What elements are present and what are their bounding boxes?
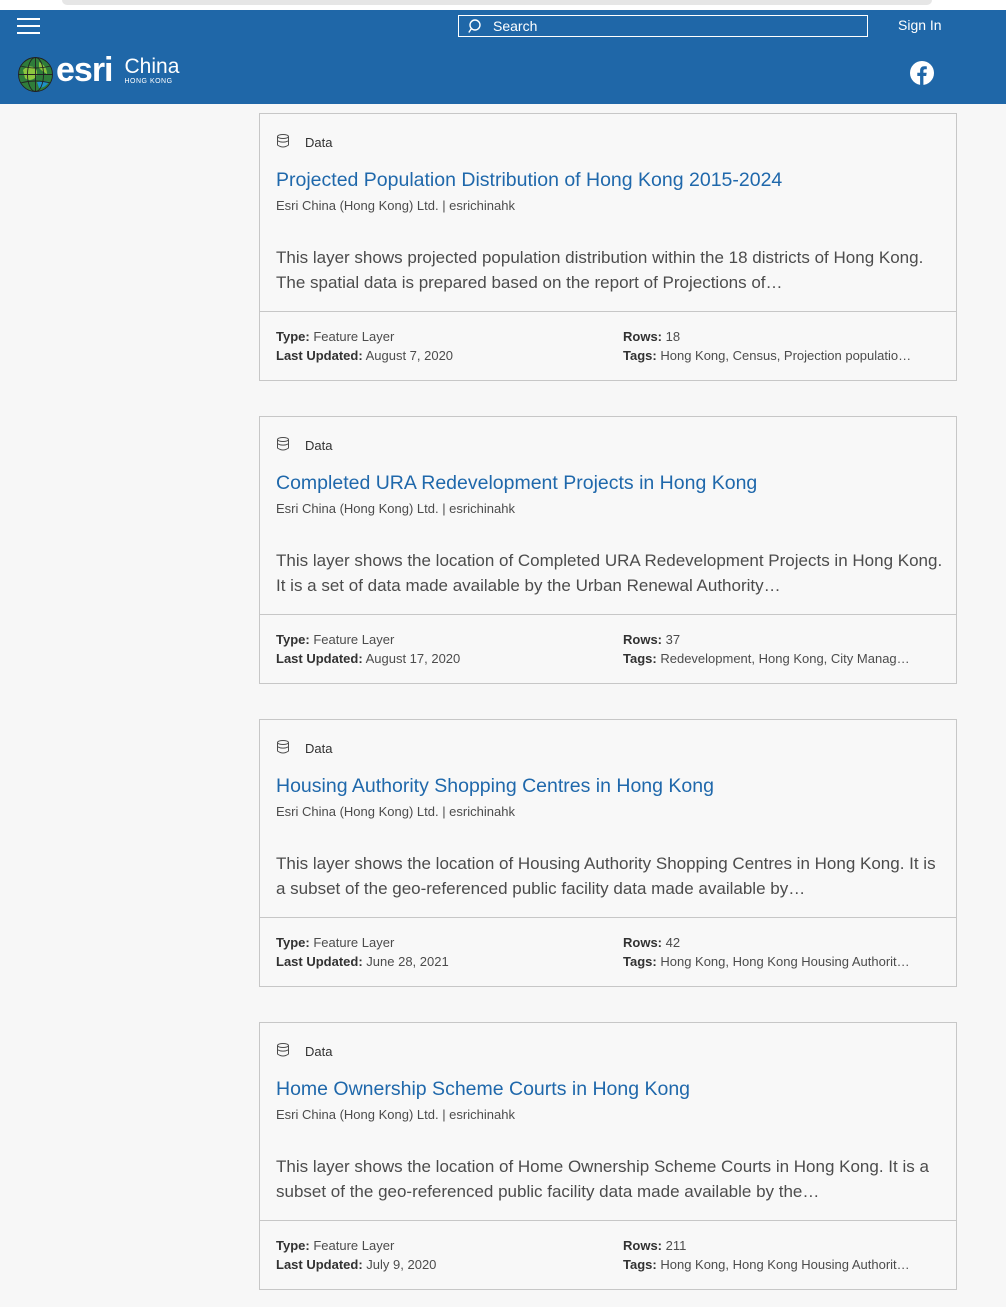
item-type: Data (276, 131, 332, 150)
meta-type-label: Type: (276, 329, 310, 344)
meta-last-updated: Last Updated: July 9, 2020 (276, 1255, 436, 1274)
card-divider (260, 1220, 956, 1221)
database-icon (277, 436, 289, 450)
meta-tags-label: Tags: (623, 1257, 657, 1272)
meta-updated-label: Last Updated: (276, 348, 363, 363)
meta-last-updated: Last Updated: August 7, 2020 (276, 346, 453, 365)
meta-type-label: Type: (276, 935, 310, 950)
database-icon (277, 133, 289, 147)
result-card: Data Projected Population Distribution o… (259, 113, 957, 381)
item-description: This layer shows projected population di… (276, 248, 924, 292)
meta-type-label: Type: (276, 1238, 310, 1253)
meta-updated-label: Last Updated: (276, 1257, 363, 1272)
result-card: Data Housing Authority Shopping Centres … (259, 719, 957, 987)
meta-tags-value: Hong Kong, Hong Kong Housing Authorit… (660, 954, 910, 969)
meta-rows-label: Rows: (623, 632, 662, 647)
meta-rows-value: 18 (665, 329, 681, 344)
menu-line (17, 18, 40, 20)
meta-type: Type: Feature Layer (276, 327, 394, 346)
database-icon (277, 739, 289, 753)
meta-type-value: Feature Layer (313, 632, 395, 647)
meta-rows-value: 42 (665, 935, 681, 950)
menu-line (17, 32, 40, 34)
meta-tags: Tags: Hong Kong, Hong Kong Housing Autho… (623, 1255, 941, 1274)
meta-tags-label: Tags: (623, 651, 657, 666)
browser-address-bar-edge (62, 0, 932, 5)
item-description: This layer shows the location of Home Ow… (276, 1157, 929, 1201)
meta-tags-value: Redevelopment, Hong Kong, City Manag… (660, 651, 910, 666)
meta-tags-value: Hong Kong, Census, Projection populatio… (660, 348, 912, 363)
item-type: Data (276, 737, 332, 756)
card-divider (260, 917, 956, 918)
esri-china-logo[interactable]: esri China HONG KONG (17, 51, 180, 94)
logo-china-text: China (124, 55, 180, 78)
item-description: This layer shows the location of Complet… (276, 551, 943, 595)
item-owner: Esri China (Hong Kong) Ltd. | esrichinah… (276, 198, 515, 213)
meta-rows-value: 211 (665, 1238, 687, 1253)
meta-type-label: Type: (276, 632, 310, 647)
sign-in-link[interactable]: Sign In (898, 17, 942, 33)
globe-icon (18, 56, 53, 92)
item-type-label: Data (305, 741, 333, 756)
meta-updated-value: August 17, 2020 (365, 651, 461, 666)
meta-type: Type: Feature Layer (276, 1236, 394, 1255)
meta-rows: Rows: 42 (623, 933, 680, 952)
item-owner: Esri China (Hong Kong) Ltd. | esrichinah… (276, 804, 515, 819)
item-owner: Esri China (Hong Kong) Ltd. | esrichinah… (276, 1107, 515, 1122)
item-type-label: Data (305, 135, 333, 150)
item-title-link[interactable]: Projected Population Distribution of Hon… (276, 169, 782, 192)
browser-strip (0, 0, 1006, 10)
meta-updated-value: August 7, 2020 (365, 348, 454, 363)
item-type: Data (276, 434, 332, 453)
meta-updated-label: Last Updated: (276, 954, 363, 969)
item-type-label: Data (305, 1044, 333, 1059)
meta-tags-label: Tags: (623, 954, 657, 969)
search-icon (468, 19, 481, 33)
meta-tags-value: Hong Kong, Hong Kong Housing Authorit… (660, 1257, 910, 1272)
meta-rows-label: Rows: (623, 1238, 662, 1253)
result-card: Data Completed URA Redevelopment Project… (259, 416, 957, 684)
item-description: This layer shows the location of Housing… (276, 854, 936, 898)
search-input[interactable]: Search (458, 15, 868, 37)
item-title-link[interactable]: Completed URA Redevelopment Projects in … (276, 472, 757, 495)
meta-type-value: Feature Layer (313, 329, 395, 344)
item-type-label: Data (305, 438, 333, 453)
meta-updated-value: June 28, 2021 (366, 954, 449, 969)
item-title-link[interactable]: Home Ownership Scheme Courts in Hong Kon… (276, 1078, 690, 1101)
meta-tags: Tags: Redevelopment, Hong Kong, City Man… (623, 649, 941, 668)
meta-type: Type: Feature Layer (276, 630, 394, 649)
meta-type-value: Feature Layer (313, 935, 395, 950)
menu-line (17, 25, 40, 27)
meta-type-value: Feature Layer (313, 1238, 395, 1253)
logo-esri-text: esri (56, 51, 113, 89)
logo-hong-kong-text: HONG KONG (124, 78, 173, 85)
facebook-icon[interactable] (910, 61, 934, 85)
meta-last-updated: Last Updated: June 28, 2021 (276, 952, 449, 971)
card-divider (260, 614, 956, 615)
item-title-link[interactable]: Housing Authority Shopping Centres in Ho… (276, 775, 714, 798)
menu-icon[interactable] (17, 15, 41, 37)
meta-tags: Tags: Hong Kong, Census, Projection popu… (623, 346, 941, 365)
meta-rows-label: Rows: (623, 329, 662, 344)
meta-updated-label: Last Updated: (276, 651, 363, 666)
logo-region: China HONG KONG (125, 56, 180, 86)
item-type: Data (276, 1040, 332, 1059)
meta-tags-label: Tags: (623, 348, 657, 363)
site-header: Search Sign In esri China HONG KONG (0, 10, 1006, 104)
meta-last-updated: Last Updated: August 17, 2020 (276, 649, 460, 668)
meta-rows-label: Rows: (623, 935, 662, 950)
database-icon (277, 1042, 289, 1056)
item-owner: Esri China (Hong Kong) Ltd. | esrichinah… (276, 501, 515, 516)
meta-rows: Rows: 18 (623, 327, 680, 346)
meta-updated-value: July 9, 2020 (366, 1257, 437, 1272)
meta-tags: Tags: Hong Kong, Hong Kong Housing Autho… (623, 952, 941, 971)
meta-type: Type: Feature Layer (276, 933, 394, 952)
card-divider (260, 311, 956, 312)
result-card: Data Home Ownership Scheme Courts in Hon… (259, 1022, 957, 1290)
search-placeholder: Search (493, 18, 538, 34)
meta-rows: Rows: 37 (623, 630, 680, 649)
meta-rows-value: 37 (665, 632, 681, 647)
meta-rows: Rows: 211 (623, 1236, 686, 1255)
